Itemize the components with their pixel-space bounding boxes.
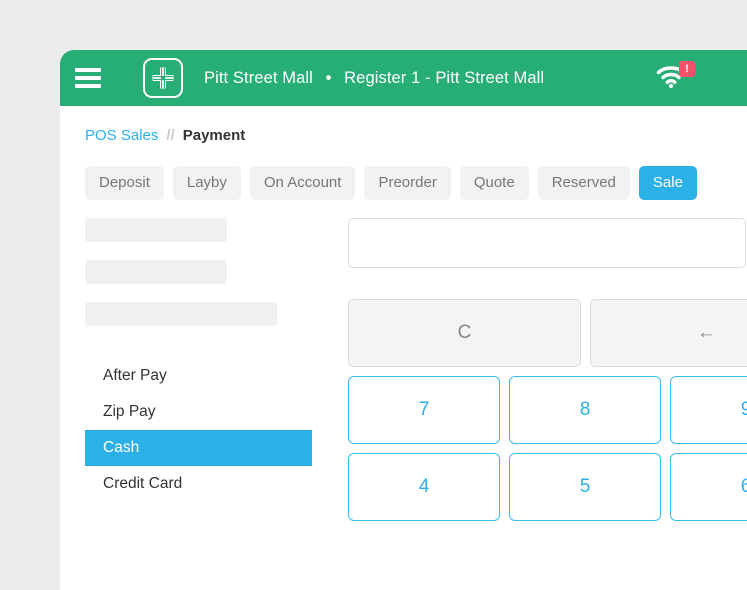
register-name: Register 1 - Pitt Street Mall [344, 68, 545, 87]
number-key-8[interactable]: 8 [509, 376, 661, 444]
payment-method-after-pay[interactable]: After Pay [85, 358, 312, 394]
payment-method-cash[interactable]: Cash [85, 430, 312, 466]
wifi-alert-badge: ! [679, 61, 695, 77]
wifi-status[interactable]: ! [655, 61, 695, 95]
keypad-function-row: C ← [348, 299, 747, 367]
pos-app-card: Pitt Street Mall • Register 1 - Pitt Str… [60, 50, 747, 590]
breadcrumb: POS Sales // Payment [85, 127, 747, 144]
tab-on-account[interactable]: On Account [249, 166, 356, 200]
store-name: Pitt Street Mall [204, 68, 313, 87]
number-key-6[interactable]: 6 [670, 453, 747, 521]
payment-method-credit-card[interactable]: Credit Card [85, 466, 312, 502]
payment-method-zip-pay[interactable]: Zip Pay [85, 394, 312, 430]
sale-type-tabs: Deposit Layby On Account Preorder Quote … [85, 166, 747, 200]
clear-key[interactable]: C [348, 299, 581, 367]
content-area: After Pay Zip Pay Cash Credit Card C ← 7… [60, 218, 747, 530]
tab-sale[interactable]: Sale [638, 166, 697, 200]
hamburger-line [75, 68, 101, 72]
breadcrumb-current-payment: Payment [182, 127, 246, 144]
tab-quote[interactable]: Quote [459, 166, 529, 200]
tab-layby[interactable]: Layby [172, 166, 241, 200]
hamburger-menu-icon[interactable] [75, 68, 101, 88]
title-separator: • [325, 68, 332, 87]
skeleton-placeholder-bar [85, 218, 227, 242]
tab-deposit[interactable]: Deposit [85, 166, 164, 200]
backspace-key[interactable]: ← [590, 299, 747, 367]
header-title: Pitt Street Mall • Register 1 - Pitt Str… [204, 69, 544, 88]
skeleton-placeholder-bar [85, 302, 277, 326]
number-key-9[interactable]: 9 [670, 376, 747, 444]
skeleton-placeholder-bar [85, 260, 227, 284]
payment-method-list: After Pay Zip Pay Cash Credit Card [60, 358, 325, 502]
app-header: Pitt Street Mall • Register 1 - Pitt Str… [60, 50, 747, 106]
keypad: C ← 7 8 9 4 5 6 [348, 299, 747, 521]
right-panel: C ← 7 8 9 4 5 6 [325, 218, 747, 530]
number-key-7[interactable]: 7 [348, 376, 500, 444]
cross-glyph [152, 67, 174, 89]
breadcrumb-separator: // [166, 127, 175, 144]
keypad-number-row: 7 8 9 [348, 376, 747, 444]
number-key-4[interactable]: 4 [348, 453, 500, 521]
pharmacy-cross-logo-icon[interactable] [143, 58, 183, 98]
left-panel: After Pay Zip Pay Cash Credit Card [60, 218, 325, 530]
hamburger-line [75, 76, 101, 80]
breadcrumb-link-pos-sales[interactable]: POS Sales [85, 127, 158, 144]
tab-reserved[interactable]: Reserved [537, 166, 630, 200]
number-key-5[interactable]: 5 [509, 453, 661, 521]
keypad-number-row: 4 5 6 [348, 453, 747, 521]
amount-input[interactable] [348, 218, 746, 268]
tab-preorder[interactable]: Preorder [364, 166, 451, 200]
hamburger-line [75, 84, 101, 88]
